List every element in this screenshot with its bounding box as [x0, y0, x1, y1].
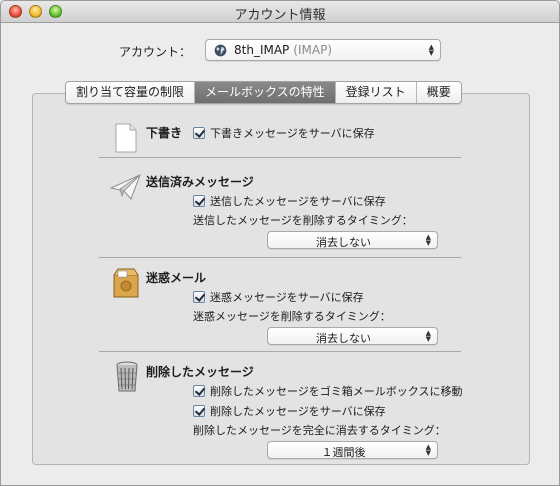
popup-arrows-icon: ▲ ▼ [425, 443, 431, 457]
trash-store-checkbox[interactable] [193, 405, 205, 417]
separator [99, 257, 461, 258]
document-icon [115, 123, 137, 153]
account-label: アカウント： [119, 45, 192, 59]
account-info-window: アカウント情報 アカウント： 8th_IMAP (IMAP) ▲ ▼ 割り当て容量の… [0, 0, 560, 486]
trash-move-checkbox-row[interactable]: 削除したメッセージをゴミ箱メールボックスに移動 [193, 383, 462, 399]
junk-title: 迷惑メール [146, 271, 207, 285]
trash-title: 削除したメッセージ [146, 365, 254, 379]
trash-delete-value: １週間後 [321, 446, 366, 459]
junk-store-checkbox-row[interactable]: 迷惑メッセージをサーバに保存 [193, 289, 364, 305]
trash-delete-popup[interactable]: １週間後 ▲ ▼ [267, 441, 438, 459]
sent-title: 送信済みメッセージ [146, 175, 254, 189]
sent-delete-value: 消去しない [316, 236, 371, 249]
sent-delete-label: 送信したメッセージを削除するタイミング： [193, 214, 413, 227]
account-name: 8th_IMAP [234, 43, 290, 57]
tab-summary[interactable]: 概要 [417, 82, 461, 103]
junk-delete-value: 消去しない [316, 332, 371, 345]
drafts-store-checkbox-row[interactable]: 下書きメッセージをサーバに保存 [193, 125, 375, 141]
junk-delete-popup[interactable]: 消去しない ▲ ▼ [267, 327, 438, 345]
sent-delete-popup[interactable]: 消去しない ▲ ▼ [267, 231, 438, 249]
paper-plane-icon [110, 174, 141, 200]
trash-delete-label: 削除したメッセージを完全に消去するタイミング： [193, 424, 446, 437]
account-popup[interactable]: 8th_IMAP (IMAP) ▲ ▼ [205, 39, 441, 61]
titlebar: アカウント情報 [1, 1, 559, 23]
junk-store-label: 迷惑メッセージをサーバに保存 [210, 291, 364, 304]
window-title: アカウント情報 [234, 8, 326, 23]
separator [99, 351, 461, 352]
drafts-title: 下書き [146, 126, 183, 140]
trash-store-label: 削除したメッセージをサーバに保存 [210, 405, 386, 418]
popup-arrows-icon: ▲ ▼ [425, 329, 431, 343]
tab-mailbox-behaviors[interactable]: メールボックスの特性 [195, 82, 336, 103]
popup-arrows-icon: ▲ ▼ [425, 233, 431, 247]
popup-arrows-icon: ▲ ▼ [428, 43, 434, 57]
globe-icon [214, 44, 227, 57]
separator [99, 157, 461, 158]
tab-quota[interactable]: 割り当て容量の制限 [66, 82, 196, 103]
junk-bag-icon [113, 268, 139, 298]
account-row: アカウント： 8th_IMAP (IMAP) ▲ ▼ [1, 39, 559, 61]
trash-move-checkbox[interactable] [193, 385, 205, 397]
trash-store-checkbox-row[interactable]: 削除したメッセージをサーバに保存 [193, 403, 386, 419]
drafts-store-label: 下書きメッセージをサーバに保存 [210, 127, 375, 140]
drafts-store-checkbox[interactable] [193, 127, 205, 139]
tab-bar: 割り当て容量の制限 メールボックスの特性 登録リスト 概要 [65, 81, 462, 104]
tab-subscription-list[interactable]: 登録リスト [336, 82, 417, 103]
sent-store-label: 送信したメッセージをサーバに保存 [210, 195, 386, 208]
account-type: (IMAP) [293, 43, 332, 57]
trash-move-label: 削除したメッセージをゴミ箱メールボックスに移動 [210, 385, 463, 398]
junk-store-checkbox[interactable] [193, 291, 205, 303]
sent-store-checkbox-row[interactable]: 送信したメッセージをサーバに保存 [193, 193, 386, 209]
sent-store-checkbox[interactable] [193, 195, 205, 207]
trash-can-icon [116, 361, 138, 392]
junk-delete-label: 迷惑メッセージを削除するタイミング： [193, 310, 391, 323]
